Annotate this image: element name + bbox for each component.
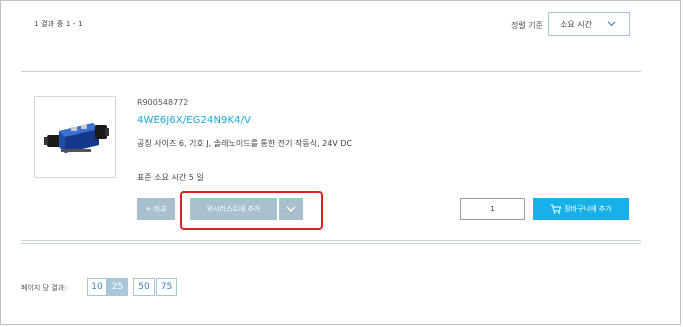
sort-select[interactable]: 소요 시간	[548, 12, 630, 36]
lead-time: 표준 소요 시간 5 일	[137, 173, 204, 182]
sort-selected-value: 소요 시간	[560, 19, 592, 29]
per-page-option-25[interactable]: 25	[107, 278, 128, 296]
product-description: 공칭 사이즈 6, 기호 J, 솔레노이드를 통한 전기 작동식, 24V DC	[137, 139, 353, 148]
per-page-option-10[interactable]: 10	[87, 278, 107, 296]
sort-label: 정렬 기준	[511, 21, 543, 30]
divider-double	[21, 240, 641, 244]
divider	[21, 71, 641, 72]
chevron-down-icon	[607, 21, 616, 27]
product-name-link[interactable]: 4WE6J6X/EG24N9K4/V	[137, 115, 251, 126]
hydraulic-valve-image	[44, 123, 109, 153]
add-to-cart-label: 장바구니에 추가	[564, 205, 612, 213]
add-to-cart-button[interactable]: 장바구니에 추가	[533, 198, 629, 220]
product-sku: R900548772	[137, 98, 189, 107]
product-thumbnail[interactable]	[34, 96, 116, 178]
quantity-input[interactable]: 1	[460, 198, 525, 220]
results-count: 1 결과 중 1 - 1	[34, 20, 83, 28]
results-per-page-label: 페이지 당 결과:	[21, 284, 67, 292]
compare-button[interactable]: + 비교	[137, 198, 175, 220]
highlight-box	[180, 191, 323, 230]
cart-icon	[550, 204, 562, 214]
per-page-option-75[interactable]: 75	[156, 278, 177, 296]
per-page-option-50[interactable]: 50	[133, 278, 155, 296]
